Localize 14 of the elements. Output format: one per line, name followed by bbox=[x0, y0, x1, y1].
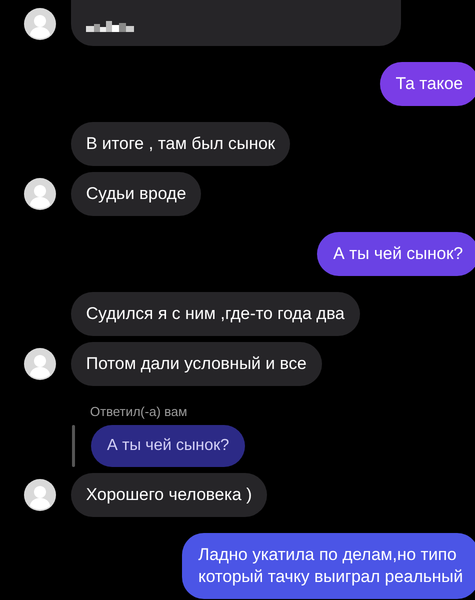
message-bubble: А ты чей сынок? bbox=[317, 232, 475, 276]
message-bubble: Судился я с ним ,где-то года два bbox=[71, 292, 360, 336]
avatar-icon bbox=[24, 479, 56, 511]
avatar-icon bbox=[24, 348, 56, 380]
message-bubble: Судьи вроде bbox=[71, 172, 202, 216]
quoted-message: А ты чей сынок? bbox=[91, 425, 246, 467]
avatar-icon bbox=[24, 178, 56, 210]
message-bubble: Потом дали условный и все bbox=[71, 342, 322, 386]
message-bubble: Хорошего человека ) bbox=[71, 473, 267, 517]
message-bubble: В итоге , там был сынок bbox=[71, 122, 290, 166]
message-bubble: Та такое bbox=[380, 62, 475, 106]
reply-label: Ответил(-а) вам bbox=[89, 404, 188, 419]
message-bubble: Ладно укатила по делам,но типо который тачку выиграл реальный bbox=[182, 533, 475, 599]
avatar-icon bbox=[24, 8, 56, 40]
